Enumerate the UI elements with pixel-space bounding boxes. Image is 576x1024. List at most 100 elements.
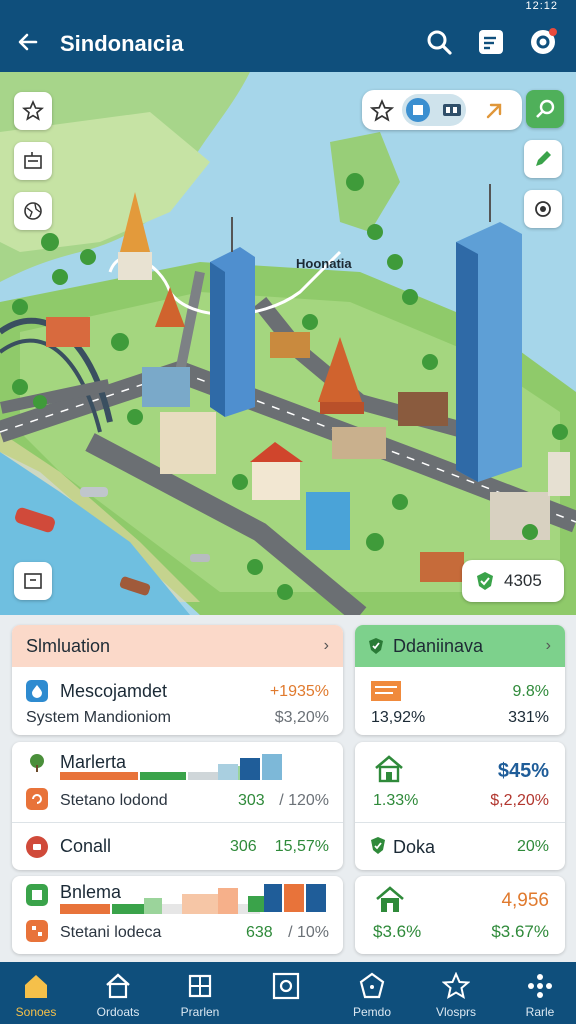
bar-segment-grey (162, 904, 182, 914)
sim-row6-v2: / 10% (288, 924, 329, 941)
view-toggle[interactable] (402, 94, 466, 126)
star-icon (442, 972, 470, 1000)
house-icon (106, 973, 130, 999)
map-city-label: Hoonatia (296, 256, 352, 271)
nav-item-pemdo[interactable]: Pemdo (336, 962, 408, 1024)
shield-icon (369, 638, 383, 654)
link-icon (486, 103, 502, 119)
bottom-nav: Sonoes Ordoats Prarlen Pemdo Vlosprs Rar… (0, 962, 576, 1024)
building-icon (406, 98, 430, 122)
bar-segment-orange (60, 772, 138, 780)
sim-row1-value: +1935% (269, 683, 329, 700)
nav-item-ordoats[interactable]: Ordoats (82, 962, 154, 1024)
magnify-icon (536, 99, 555, 118)
status-bar: 12:12 (0, 0, 576, 14)
summary-card-header[interactable]: Ddaniinava › (355, 625, 565, 667)
nav-label: Vlosprs (435, 1005, 476, 1019)
bnlema-blocks (248, 884, 326, 912)
summary-card-2[interactable]: $45% 1.33% $,2,20% Doka 20% (355, 742, 565, 870)
doka-title: Doka (393, 837, 436, 857)
simulation-title: Slmluation (26, 636, 111, 656)
sim-row3-v1: 303 (238, 792, 265, 809)
search-button[interactable] (420, 23, 458, 61)
camera-tool-button[interactable] (524, 190, 562, 228)
bnlema-bars (60, 888, 260, 914)
status-time: 12:12 (525, 0, 558, 12)
nav-item-rarle[interactable]: Rarle (504, 962, 576, 1024)
notes-button[interactable] (472, 23, 510, 61)
nav-label: Pemdo (352, 1005, 392, 1019)
bar-segment-peach (182, 894, 218, 914)
nav-item-prarlen[interactable]: Prarlen (164, 962, 236, 1024)
pentagon-icon (359, 972, 385, 999)
refresh-icon (26, 788, 48, 810)
summary-row1-value: 9.8% (512, 683, 549, 700)
chevron-right-icon: › (545, 637, 551, 654)
bar-segment-green (140, 772, 186, 780)
block-lightblue (218, 764, 238, 780)
conall-v2: 15,57% (274, 838, 329, 855)
simulation-card-header[interactable]: Slmluation › (12, 625, 343, 667)
layers-icon (24, 152, 42, 169)
nav-label: Sonoes (15, 1005, 57, 1019)
sim-row6-v1: 638 (246, 924, 273, 941)
frame-icon (24, 573, 42, 589)
bar-segment-grey (188, 772, 218, 780)
nav-item-sonoes[interactable]: Sonoes (0, 962, 72, 1024)
conall-title: Conall (60, 836, 112, 856)
pencil-icon (536, 151, 551, 166)
grid-icon (26, 920, 48, 942)
nav-item-frame[interactable] (250, 962, 322, 1024)
marlerta-card[interactable]: Marlerta Stetano lodond 303 / 120% Conal… (12, 742, 343, 870)
score-value: 4305 (504, 571, 542, 590)
conall-v1: 306 (230, 838, 257, 855)
star-tool-button[interactable] (369, 98, 395, 123)
zoom-tool-button[interactable] (526, 90, 564, 128)
settings-button[interactable] (524, 23, 562, 61)
camera-icon (535, 201, 551, 217)
star-icon (22, 100, 44, 121)
edit-tool-button[interactable] (524, 140, 562, 178)
nav-label: Ordoats (96, 1005, 140, 1019)
home-icon (25, 975, 47, 998)
tree-icon (26, 752, 48, 774)
search-icon (427, 30, 452, 55)
globe-tool-button[interactable] (14, 192, 52, 230)
block-blue (264, 884, 282, 912)
bar-segment-lightgreen (144, 898, 162, 914)
shield-icon (371, 837, 385, 854)
star-icon (369, 98, 395, 122)
chat-icon (26, 836, 48, 858)
frame-tool-button[interactable] (14, 562, 52, 600)
drop-icon (26, 680, 48, 702)
grid-icon (188, 974, 212, 998)
sim-row3-sub: Stetano lodond (60, 792, 168, 809)
back-button[interactable] (10, 24, 46, 60)
score-chip[interactable]: 4305 (462, 560, 564, 602)
block-skyblue (262, 754, 282, 780)
divider (12, 822, 343, 823)
summary-title: Ddaniinava (393, 636, 484, 656)
nav-item-vlosprs[interactable]: Vlosprs (420, 962, 492, 1024)
city-map[interactable]: Hoonatia 4305 (0, 72, 576, 615)
shield-icon (477, 572, 493, 590)
block-green (248, 896, 264, 912)
summary-row2-b: $,2,20% (490, 792, 549, 809)
summary-row4-b: $3.67% (491, 922, 549, 941)
link-tool-button[interactable] (482, 99, 506, 123)
block-orange (284, 884, 304, 912)
favorite-tool-button[interactable] (14, 92, 52, 130)
summary-row1-b: 331% (508, 709, 549, 726)
block-blue (240, 758, 260, 780)
summary-card-3[interactable]: 4,956 $3.6% $3.67% (355, 876, 565, 954)
bar-segment-orange (60, 904, 110, 914)
bnlema-card[interactable]: Bnlema Stetani lodeca 638 / 10% (12, 876, 343, 954)
sim-row6-sub: Stetani lodeca (60, 924, 162, 941)
layers-tool-button[interactable] (14, 142, 52, 180)
summary-row4-a: $3.6% (373, 922, 422, 941)
orange-box-icon (371, 681, 401, 701)
summary-row2-a: 1.33% (373, 792, 419, 809)
divider (355, 822, 565, 823)
nav-label: Prarlen (180, 1005, 220, 1019)
summary-card: Ddaniinava › 9.8% 13,92% 331% (355, 625, 565, 735)
